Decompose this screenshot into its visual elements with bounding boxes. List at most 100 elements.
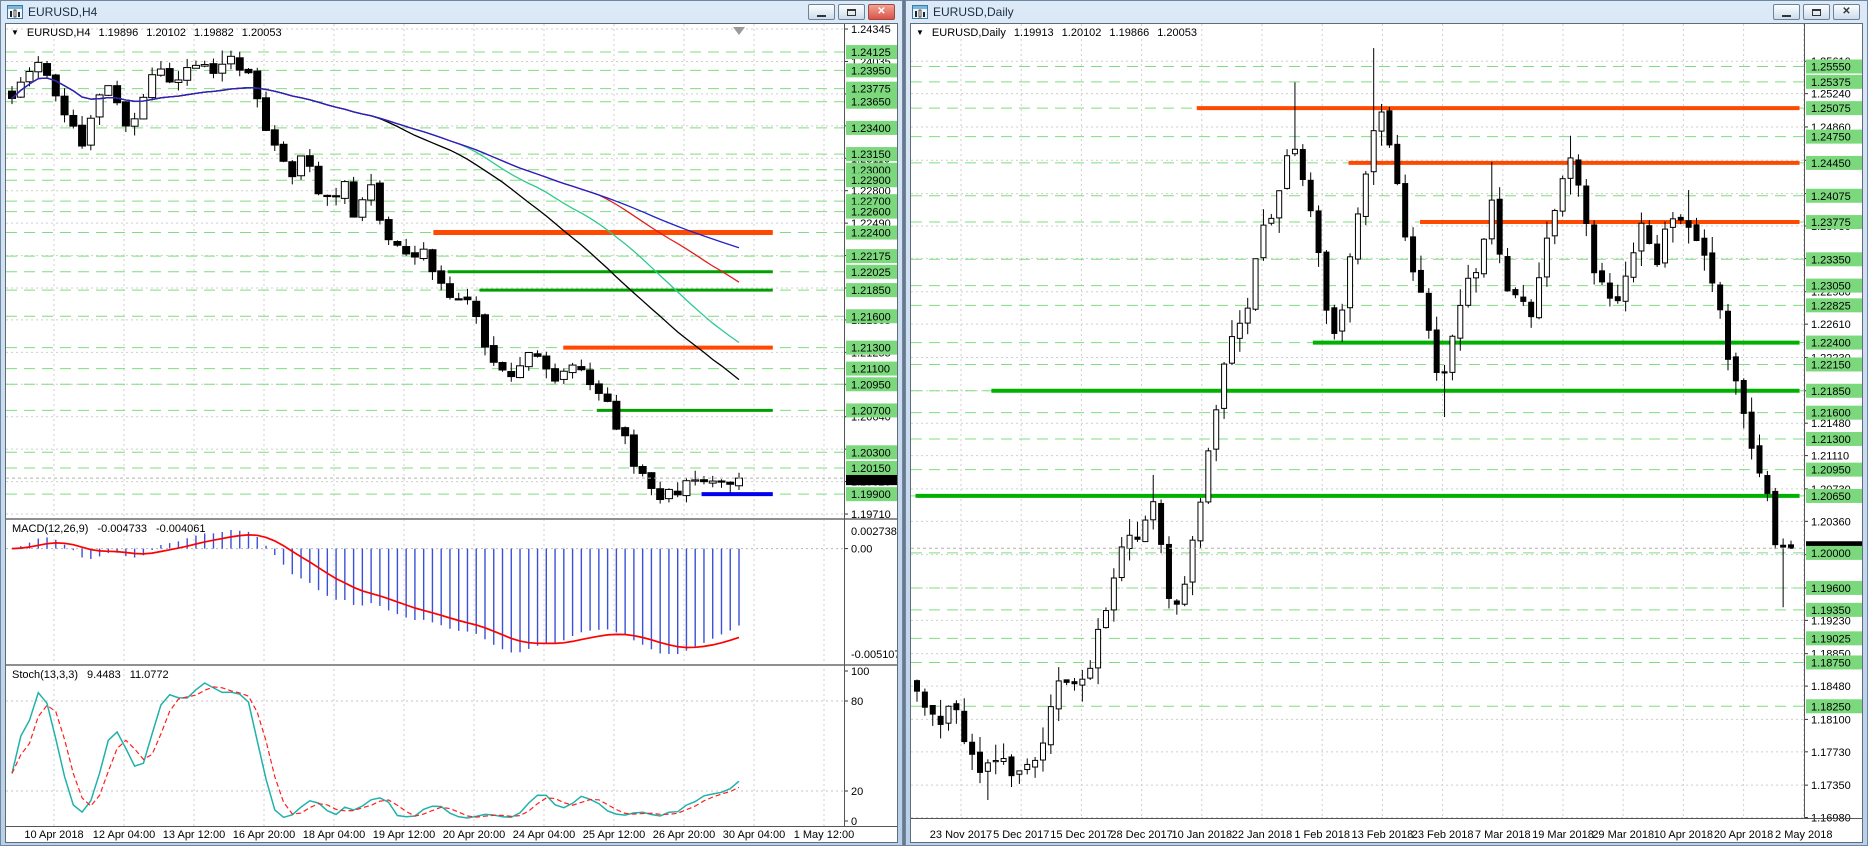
minimize-button[interactable] (1773, 4, 1800, 20)
svg-text:1.17730: 1.17730 (1811, 747, 1851, 759)
svg-text:22 Jan 2018: 22 Jan 2018 (1232, 829, 1293, 841)
svg-text:1.20650: 1.20650 (1811, 491, 1851, 503)
ohlc-infoline-daily: ▼ EURUSD,Daily 1.19913 1.20102 1.19866 1… (916, 27, 1197, 39)
stoch-name: Stoch(13,3,3) (12, 669, 79, 681)
svg-text:1.20150: 1.20150 (851, 463, 891, 475)
svg-text:30 Apr 04:00: 30 Apr 04:00 (723, 829, 785, 841)
window-title: EURUSD,Daily (933, 5, 1014, 19)
svg-text:1.22400: 1.22400 (1811, 338, 1851, 350)
stoch-label: Stoch(13,3,3) 9.4483 11.0772 (12, 669, 169, 681)
titlebar-daily[interactable]: EURUSD,Daily ✕ (906, 1, 1867, 23)
svg-text:1.21850: 1.21850 (851, 285, 891, 297)
macd-signal-line (11, 534, 740, 649)
svg-text:1.23050: 1.23050 (1811, 281, 1851, 293)
svg-text:1.21480: 1.21480 (1811, 418, 1851, 430)
chart-window-eurusd-h4: EURUSD,H4 ✕ 1.243451.240351.237251.23420… (0, 0, 903, 846)
chart-shift-marker[interactable] (733, 27, 745, 35)
restore-icon (847, 8, 856, 16)
svg-text:80: 80 (851, 696, 863, 708)
minimize-icon (817, 14, 826, 17)
svg-text:10 Jan 2018: 10 Jan 2018 (1172, 829, 1233, 841)
svg-text:1.22150: 1.22150 (1811, 359, 1851, 371)
svg-text:1.21300: 1.21300 (1811, 434, 1851, 446)
close-value: 1.20053 (1157, 27, 1197, 39)
macd-name: MACD(12,26,9) (12, 523, 89, 535)
restore-button[interactable] (838, 4, 865, 20)
open-value: 1.19896 (98, 27, 139, 39)
svg-text:28 Dec 2017: 28 Dec 2017 (1110, 829, 1172, 841)
svg-text:1.21110: 1.21110 (1811, 451, 1849, 463)
close-button[interactable]: ✕ (868, 4, 895, 20)
svg-text:1.22400: 1.22400 (851, 228, 891, 240)
minimize-button[interactable] (808, 4, 835, 20)
svg-text:1.23775: 1.23775 (1811, 217, 1851, 229)
svg-text:23 Nov 2017: 23 Nov 2017 (930, 829, 992, 841)
svg-text:20 Apr 20:00: 20 Apr 20:00 (443, 829, 505, 841)
close-button[interactable]: ✕ (1833, 4, 1860, 20)
svg-text:1.24450: 1.24450 (1811, 158, 1851, 170)
chart-window-icon (7, 5, 23, 19)
svg-text:1.20360: 1.20360 (1811, 516, 1851, 528)
svg-text:1.18750: 1.18750 (1811, 657, 1851, 669)
svg-text:1.19600: 1.19600 (1811, 583, 1851, 595)
svg-text:1.23400: 1.23400 (851, 123, 891, 135)
high-value: 1.20102 (1061, 27, 1102, 39)
svg-text:1.25075: 1.25075 (1811, 103, 1851, 115)
svg-text:1.18480: 1.18480 (1811, 681, 1851, 693)
svg-text:29 Mar 2018: 29 Mar 2018 (1592, 829, 1654, 841)
chart-window-eurusd-daily: EURUSD,Daily ✕ 1.256101.252401.248601.24… (905, 0, 1868, 846)
svg-text:1.20950: 1.20950 (1811, 465, 1851, 477)
svg-text:12 Apr 04:00: 12 Apr 04:00 (93, 829, 155, 841)
svg-text:1.22900: 1.22900 (851, 175, 891, 187)
svg-text:1.20000: 1.20000 (1811, 548, 1851, 560)
svg-text:1.24750: 1.24750 (1811, 132, 1851, 144)
svg-text:1.22175: 1.22175 (851, 251, 891, 263)
svg-text:1.24125: 1.24125 (851, 47, 891, 59)
svg-text:23 Feb 2018: 23 Feb 2018 (1412, 829, 1474, 841)
svg-text:1.20300: 1.20300 (851, 447, 891, 459)
stoch-main-value: 9.4483 (87, 669, 121, 681)
symbol-dropdown-icon[interactable]: ▼ (916, 29, 924, 37)
svg-text:1.20700: 1.20700 (851, 405, 891, 417)
symbol-label: EURUSD,Daily (931, 27, 1006, 39)
macd-label: MACD(12,26,9) -0.004733 -0.004061 (12, 523, 206, 535)
svg-text:13 Feb 2018: 13 Feb 2018 (1352, 829, 1414, 841)
candles-layer (914, 48, 1794, 801)
svg-text:1.19900: 1.19900 (851, 489, 891, 501)
svg-text:-0.005107: -0.005107 (851, 649, 898, 661)
sr-lines-layer[interactable] (915, 106, 1800, 498)
svg-text:25 Apr 12:00: 25 Apr 12:00 (583, 829, 645, 841)
open-value: 1.19913 (1013, 27, 1054, 39)
low-value: 1.19882 (194, 27, 234, 39)
restore-button[interactable] (1803, 4, 1830, 20)
symbol-dropdown-icon[interactable]: ▼ (11, 29, 19, 37)
svg-text:1.22610: 1.22610 (1811, 319, 1851, 331)
chart-canvas-daily[interactable]: 1.256101.252401.248601.244801.241001.237… (910, 23, 1863, 843)
svg-text:1.22025: 1.22025 (851, 267, 891, 279)
low-value: 1.19866 (1109, 27, 1150, 39)
svg-text:16 Apr 20:00: 16 Apr 20:00 (233, 829, 295, 841)
svg-text:1.19350: 1.19350 (1811, 605, 1851, 617)
price-axis-labels: 1.243451.240351.237251.234201.231101.228… (844, 24, 897, 521)
svg-text:1.22600: 1.22600 (851, 207, 891, 219)
chart-canvas-h4[interactable]: 1.243451.240351.237251.234201.231101.228… (5, 23, 898, 843)
svg-text:1.21850: 1.21850 (1811, 386, 1851, 398)
close-icon: ✕ (1842, 6, 1851, 17)
titlebar-h4[interactable]: EURUSD,H4 ✕ (1, 1, 902, 23)
svg-text:19 Apr 12:00: 19 Apr 12:00 (373, 829, 435, 841)
svg-text:1 Feb 2018: 1 Feb 2018 (1294, 829, 1350, 841)
grid-layer (911, 24, 1805, 819)
mdi-workspace: EURUSD,H4 ✕ 1.243451.240351.237251.23420… (0, 0, 1868, 846)
svg-text:1.23775: 1.23775 (851, 84, 891, 96)
svg-text:1.20950: 1.20950 (851, 379, 891, 391)
window-title: EURUSD,H4 (28, 5, 98, 19)
high-value: 1.20102 (146, 27, 187, 39)
restore-icon (1812, 8, 1821, 16)
svg-text:1.21600: 1.21600 (851, 311, 891, 323)
svg-text:1.18100: 1.18100 (1811, 714, 1851, 726)
chart-window-icon (912, 5, 928, 19)
svg-text:15 Dec 2017: 15 Dec 2017 (1050, 829, 1112, 841)
svg-text:1.23350: 1.23350 (1811, 254, 1851, 266)
svg-text:1.19025: 1.19025 (1811, 633, 1851, 645)
candles-layer (8, 50, 743, 504)
